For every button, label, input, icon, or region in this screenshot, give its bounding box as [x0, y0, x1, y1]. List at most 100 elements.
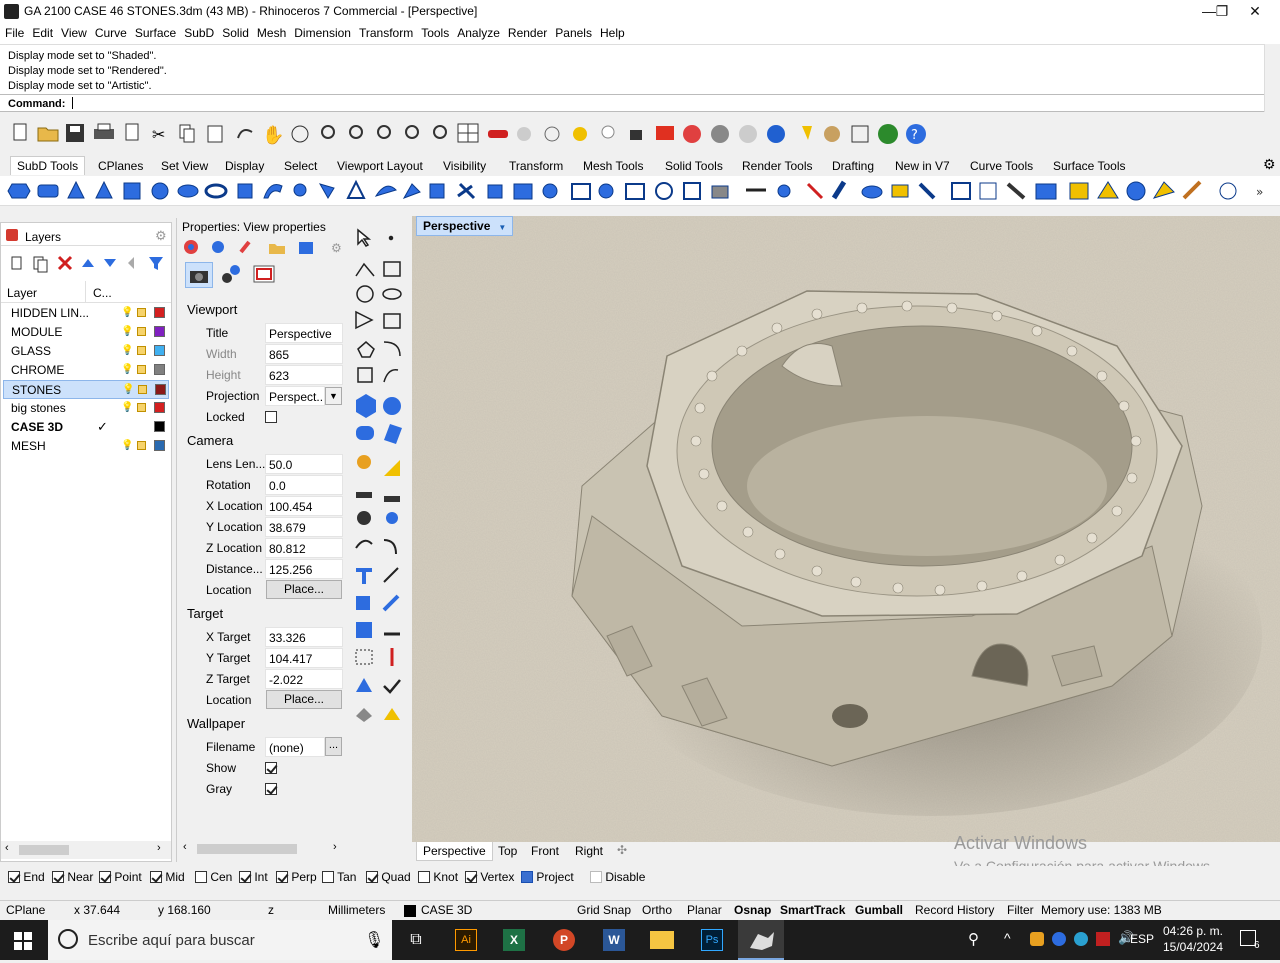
- browse-button[interactable]: ...: [325, 737, 342, 756]
- side-tool-icons[interactable]: [348, 222, 410, 732]
- viewport-title-tab[interactable]: Perspective ▼: [416, 216, 514, 236]
- lock-icon[interactable]: [137, 327, 146, 336]
- y-target-field[interactable]: 104.417: [265, 648, 343, 668]
- osnap-quad[interactable]: Quad: [366, 870, 411, 884]
- layer-row-module[interactable]: MODULE 💡: [3, 323, 169, 342]
- osnap-vertex[interactable]: Vertex: [465, 870, 514, 884]
- show-checkbox[interactable]: [265, 761, 277, 775]
- layer-row-mesh[interactable]: MESH 💡: [3, 437, 169, 456]
- photoshop-icon[interactable]: Ps: [698, 926, 726, 954]
- tab-transform[interactable]: Transform: [509, 159, 563, 173]
- bulb-icon[interactable]: 💡: [121, 345, 133, 357]
- microphone-icon[interactable]: 🎙: [364, 930, 384, 950]
- menu-tools[interactable]: Tools: [417, 24, 453, 42]
- tab-render-tools[interactable]: Render Tools: [742, 159, 813, 173]
- projection-select[interactable]: Perspect...: [265, 386, 325, 406]
- tab-solid-tools[interactable]: Solid Tools: [665, 159, 723, 173]
- osnap-int[interactable]: Int: [239, 870, 268, 884]
- lens-field[interactable]: 50.0: [265, 454, 343, 474]
- task-view-icon[interactable]: ⧉: [402, 926, 430, 954]
- background-tab-icon[interactable]: [251, 262, 277, 288]
- bulb-icon[interactable]: 💡: [122, 384, 134, 396]
- layer-color-swatch[interactable]: [154, 402, 165, 413]
- lock-icon[interactable]: [137, 441, 146, 450]
- lock-icon[interactable]: [137, 308, 146, 317]
- height-field[interactable]: 623: [265, 365, 343, 385]
- tab-set-view[interactable]: Set View: [161, 159, 208, 173]
- rhino-taskbar-button[interactable]: [738, 920, 784, 960]
- word-icon[interactable]: W: [600, 926, 628, 954]
- menu-transform[interactable]: Transform: [355, 24, 417, 42]
- perspective-viewport[interactable]: Perspective ▼: [412, 216, 1280, 842]
- layer-row-case-3d[interactable]: CASE 3D ✓: [3, 418, 169, 437]
- illustrator-icon[interactable]: Ai: [452, 926, 480, 954]
- tab-curve-tools[interactable]: Curve Tools: [970, 159, 1033, 173]
- excel-icon[interactable]: X: [500, 926, 528, 954]
- subd-tool-icons[interactable]: »: [0, 176, 1280, 206]
- vp-tab-right[interactable]: Right: [575, 844, 603, 858]
- lock-icon[interactable]: [137, 346, 146, 355]
- layer-color-swatch[interactable]: [154, 421, 165, 432]
- osnap-point[interactable]: Point: [99, 870, 142, 884]
- layers-hscrollbar[interactable]: ‹ ›: [1, 841, 171, 859]
- layer-toolbar[interactable]: [9, 255, 169, 273]
- osnap-near[interactable]: Near: [52, 870, 93, 884]
- layer-row-hidden-lines[interactable]: HIDDEN LIN... 💡: [3, 304, 169, 323]
- vp-tab-perspective[interactable]: Perspective: [416, 842, 493, 861]
- osnap-tan[interactable]: Tan: [322, 870, 356, 884]
- menu-render[interactable]: Render: [504, 24, 551, 42]
- menu-file[interactable]: File: [0, 24, 28, 42]
- tab-display[interactable]: Display: [225, 159, 264, 173]
- distance-field[interactable]: 125.256: [265, 559, 343, 579]
- rotation-field[interactable]: 0.0: [265, 475, 343, 495]
- filter-toggle[interactable]: Filter: [1007, 903, 1034, 917]
- menu-surface[interactable]: Surface: [131, 24, 180, 42]
- file-explorer-icon[interactable]: [648, 926, 676, 954]
- gumball-toggle[interactable]: Gumball: [855, 903, 903, 917]
- layer-color-swatch[interactable]: [154, 345, 165, 356]
- osnap-knot[interactable]: Knot: [418, 870, 458, 884]
- y-location-field[interactable]: 38.679: [265, 517, 343, 537]
- osnap-cen[interactable]: Cen: [195, 870, 232, 884]
- menu-dimension[interactable]: Dimension: [290, 24, 355, 42]
- tab-drafting[interactable]: Drafting: [832, 159, 874, 173]
- gray-checkbox[interactable]: [265, 782, 277, 796]
- menu-analyze[interactable]: Analyze: [453, 24, 504, 42]
- menu-curve[interactable]: Curve: [91, 24, 131, 42]
- command-scrollbar[interactable]: [1264, 94, 1280, 112]
- bulb-icon[interactable]: 💡: [121, 402, 133, 414]
- panel-gear-icon[interactable]: ⚙: [155, 228, 167, 244]
- powerpoint-icon[interactable]: P: [550, 926, 578, 954]
- camera-tab-icon[interactable]: [185, 262, 213, 288]
- units-label[interactable]: Millimeters: [328, 903, 385, 917]
- tab-surface-tools[interactable]: Surface Tools: [1053, 159, 1126, 173]
- tab-visibility[interactable]: Visibility: [443, 159, 486, 173]
- locked-checkbox[interactable]: [265, 410, 277, 424]
- osnap-project[interactable]: Project: [521, 870, 574, 884]
- add-viewport-icon[interactable]: ✣: [617, 843, 627, 857]
- layer-color-swatch[interactable]: [154, 326, 165, 337]
- ortho-toggle[interactable]: Ortho: [642, 903, 672, 917]
- menu-mesh[interactable]: Mesh: [253, 24, 290, 42]
- x-location-field[interactable]: 100.454: [265, 496, 343, 516]
- bulb-icon[interactable]: 💡: [121, 326, 133, 338]
- layer-row-stones[interactable]: STONES 💡: [3, 380, 169, 399]
- target-place-button[interactable]: Place...: [266, 690, 342, 709]
- layer-color-swatch[interactable]: [155, 384, 166, 395]
- tab-cplanes[interactable]: CPlanes: [98, 159, 143, 173]
- vp-tab-front[interactable]: Front: [531, 844, 559, 858]
- lock-icon[interactable]: [137, 365, 146, 374]
- lock-icon[interactable]: [138, 385, 147, 394]
- tray-app-icon[interactable]: [1030, 932, 1044, 946]
- props-hscrollbar[interactable]: ‹ ›: [177, 840, 345, 858]
- filename-field[interactable]: (none): [265, 737, 325, 757]
- properties-tab-icons[interactable]: ⚙: [183, 238, 343, 256]
- language-indicator[interactable]: ESP: [1130, 932, 1154, 946]
- grid-snap-toggle[interactable]: Grid Snap: [577, 903, 631, 917]
- menu-solid[interactable]: Solid: [218, 24, 253, 42]
- z-location-field[interactable]: 80.812: [265, 538, 343, 558]
- display-tab-icon[interactable]: [219, 262, 245, 288]
- osnap-perp[interactable]: Perp: [276, 870, 317, 884]
- people-icon[interactable]: ⚲: [968, 930, 979, 948]
- layer-color-swatch[interactable]: [154, 440, 165, 451]
